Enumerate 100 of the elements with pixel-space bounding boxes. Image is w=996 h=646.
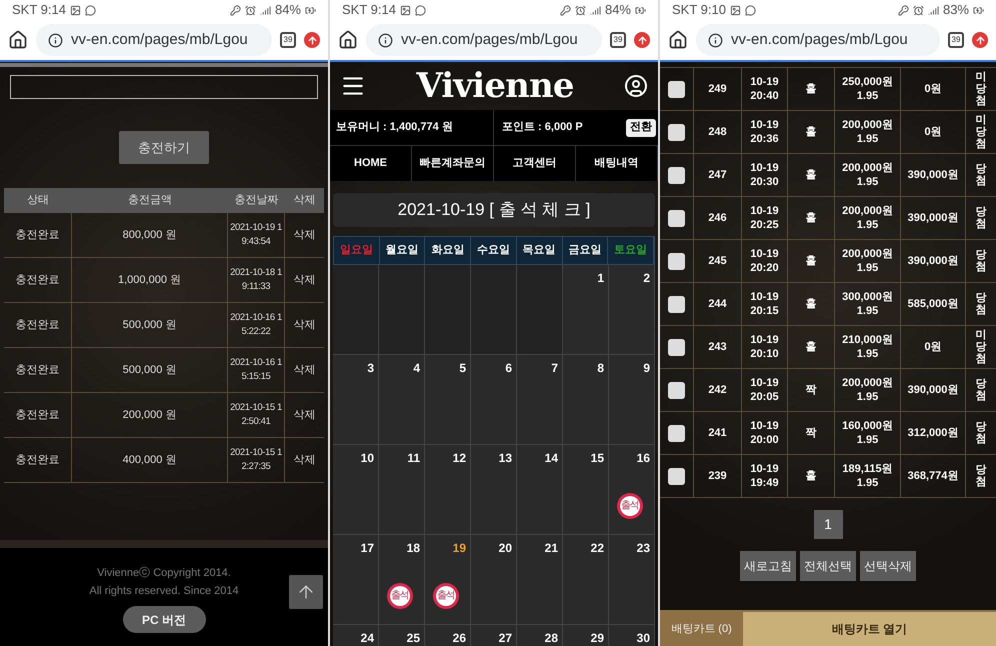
calendar-day-cell[interactable]: 5: [425, 355, 471, 445]
calendar-day-cell[interactable]: 3: [333, 355, 379, 445]
bet-number: 239: [708, 469, 727, 483]
calendar-day-cell[interactable]: 6: [471, 355, 517, 445]
delete-link[interactable]: 삭제: [294, 406, 316, 424]
row-checkbox[interactable]: [668, 210, 685, 226]
pc-version-button[interactable]: PC 버전: [122, 606, 206, 633]
table-cell-text: 500,000 원: [122, 362, 176, 378]
day-number: 8: [597, 360, 604, 377]
calendar-day-cell[interactable]: 12: [425, 445, 471, 535]
calendar-day-cell[interactable]: 17: [333, 535, 379, 625]
row-checkbox[interactable]: [668, 338, 685, 356]
tab-count[interactable]: 39: [610, 32, 626, 48]
calendar-day-cell[interactable]: 22: [563, 535, 609, 625]
action-button[interactable]: 전체선택: [800, 551, 856, 581]
calendar-day-cell[interactable]: 18 출석: [379, 535, 425, 625]
address-bar[interactable]: vv-en.com/pages/mb/Lgou: [696, 24, 940, 56]
bet-time: 20:00: [750, 433, 779, 447]
action-button[interactable]: 새로고침: [740, 551, 796, 581]
day-number: 6: [505, 360, 512, 377]
update-icon[interactable]: [304, 32, 320, 48]
page-button[interactable]: 1: [814, 510, 842, 539]
row-checkbox[interactable]: [668, 468, 685, 484]
bet-odds: 1.95: [856, 175, 878, 189]
bet-pick: 홀: [806, 168, 816, 182]
calendar-day-cell[interactable]: 8: [563, 355, 609, 445]
bet-time: 20:05: [750, 390, 779, 404]
url-text: vv-en.com/pages/mb/Lgou: [731, 30, 908, 50]
calendar-day-cell[interactable]: 25: [379, 625, 425, 646]
open-cart-button[interactable]: 배팅카트 열기: [743, 612, 996, 646]
bet-stake: 300,000원: [842, 290, 893, 304]
info-icon: [708, 32, 723, 48]
delete-link[interactable]: 삭제: [294, 316, 316, 334]
weekday-label: 목요일: [522, 243, 556, 258]
calendar-day-cell[interactable]: 1: [563, 265, 609, 355]
calendar-day-cell[interactable]: 24: [333, 625, 379, 646]
calendar-day-cell[interactable]: 19 출석: [425, 535, 471, 625]
url-text: vv-en.com/pages/mb/Lgou: [401, 30, 578, 50]
bet-odds: 1.95: [856, 347, 878, 361]
tab-count[interactable]: 39: [948, 32, 964, 48]
user-icon[interactable]: [624, 74, 648, 98]
bet-stake: 250,000원: [842, 75, 893, 89]
row-checkbox[interactable]: [668, 382, 685, 398]
nav-tab[interactable]: 배팅내역: [576, 146, 658, 181]
calendar-day-cell[interactable]: 20: [471, 535, 517, 625]
scroll-top-button[interactable]: [289, 575, 323, 609]
calendar-day-cell[interactable]: 27: [471, 625, 517, 646]
calendar-day-cell[interactable]: 16 출석: [609, 445, 655, 535]
nav-tab[interactable]: 빠른계좌문의: [412, 146, 494, 181]
row-checkbox[interactable]: [668, 424, 685, 442]
row-checkbox[interactable]: [668, 252, 685, 270]
delete-link[interactable]: 삭제: [294, 272, 316, 288]
update-icon[interactable]: [634, 32, 650, 48]
tab-count[interactable]: 39: [280, 32, 296, 48]
action-button[interactable]: 선택삭제: [860, 551, 916, 581]
home-icon[interactable]: [8, 30, 28, 50]
bet-result: 당첨: [976, 292, 986, 316]
cart-count-button[interactable]: 배팅카트 (0): [660, 612, 743, 646]
delete-link[interactable]: 삭제: [294, 452, 316, 468]
calendar-day-cell[interactable]: 14: [517, 445, 563, 535]
delete-link[interactable]: 삭제: [294, 362, 316, 378]
calendar-day-cell[interactable]: 13: [471, 445, 517, 535]
calendar-day-cell[interactable]: 30: [609, 625, 655, 646]
day-number: 15: [590, 450, 604, 467]
home-icon[interactable]: [338, 30, 358, 50]
update-icon[interactable]: [972, 32, 988, 48]
bet-payout: 390,000원: [908, 168, 958, 182]
row-checkbox[interactable]: [668, 124, 685, 140]
bet-number: 246: [708, 211, 727, 225]
row-checkbox[interactable]: [668, 166, 685, 184]
calendar-day-cell[interactable]: 23: [609, 535, 655, 625]
calendar-day-cell[interactable]: 4: [379, 355, 425, 445]
convert-button[interactable]: 전환: [626, 118, 656, 136]
bet-payout: 0원: [924, 82, 942, 96]
nav-tab[interactable]: HOME: [330, 146, 412, 181]
calendar-day-cell[interactable]: 15: [563, 445, 609, 535]
calendar-day-cell[interactable]: 21: [517, 535, 563, 625]
calendar-day-cell[interactable]: 29: [563, 625, 609, 646]
bet-result: 당첨: [976, 378, 986, 402]
day-number: 18: [406, 540, 420, 557]
input-field[interactable]: [10, 75, 318, 99]
address-bar[interactable]: vv-en.com/pages/mb/Lgou: [36, 24, 272, 56]
calendar-day-cell[interactable]: 28: [517, 625, 563, 646]
calendar-day-cell[interactable]: 2: [609, 265, 655, 355]
bet-number: 243: [708, 340, 727, 354]
calendar-day-cell[interactable]: 10: [333, 445, 379, 535]
charge-button[interactable]: 충전하기: [119, 131, 209, 164]
calendar-day-cell[interactable]: 11: [379, 445, 425, 535]
row-checkbox[interactable]: [668, 296, 685, 312]
home-icon[interactable]: [668, 30, 688, 50]
nav-tab[interactable]: 고객센터: [494, 146, 576, 181]
row-checkbox[interactable]: [668, 80, 685, 98]
calendar-day-cell[interactable]: 26: [425, 625, 471, 646]
balance-text: 보유머니 : 1,400,774 원: [336, 120, 453, 136]
calendar-day-cell[interactable]: 9: [609, 355, 655, 445]
battery-level: 83%: [942, 1, 969, 20]
address-bar[interactable]: vv-en.com/pages/mb/Lgou: [366, 24, 602, 56]
calendar-day-cell[interactable]: 7: [517, 355, 563, 445]
delete-link[interactable]: 삭제: [294, 226, 316, 244]
points-text: 포인트 : 6,000 P: [502, 120, 583, 136]
